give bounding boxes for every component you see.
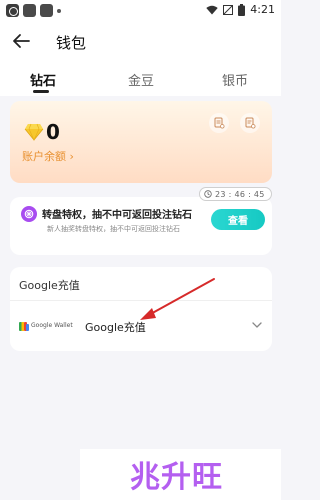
chevron-down-icon	[252, 322, 262, 328]
promo-title: 转盘特权，抽不中可返回投注钻石	[42, 210, 192, 221]
signal-off-icon	[223, 4, 234, 15]
document-icon	[245, 117, 256, 129]
list-record-icon	[214, 117, 225, 129]
balance-amount: 0	[46, 120, 60, 144]
google-wallet-label: Google Wallet	[31, 322, 73, 329]
bill-details-button[interactable]	[240, 113, 260, 133]
clock-icon	[204, 190, 212, 198]
clock: 4:21	[250, 3, 275, 16]
app-notification-icon	[6, 4, 19, 17]
more-notifications-icon	[57, 9, 61, 13]
tab-silver-coin[interactable]: 银币	[222, 70, 248, 89]
view-button[interactable]: 查看	[211, 209, 265, 230]
diamond-icon	[24, 123, 44, 141]
google-wallet-logo-icon	[19, 322, 29, 331]
promo-subtitle: 新人抽奖转盘特权，抽不中可返回投注钻石	[47, 225, 180, 233]
tab-diamond[interactable]: 钻石	[30, 70, 56, 89]
tab-gold-bean[interactable]: 金豆	[128, 70, 154, 89]
battery-icon	[238, 3, 246, 16]
countdown-timer: 23 : 46 : 45	[199, 187, 272, 201]
currency-tabs: 钻石 金豆 银币	[0, 70, 281, 96]
watermark-logo: 兆升旺	[130, 460, 223, 495]
balance-card: 0 账户余额 ›	[10, 101, 272, 183]
notification-icons	[6, 4, 61, 17]
transaction-history-button[interactable]	[209, 113, 229, 133]
back-arrow-icon[interactable]	[12, 33, 30, 49]
active-tab-indicator	[33, 90, 49, 93]
status-bar: 4:21	[0, 0, 281, 22]
app-notification-icon	[23, 4, 36, 17]
wifi-icon	[206, 5, 218, 14]
countdown-text: 23 : 46 : 45	[215, 189, 265, 199]
system-icons: 4:21	[206, 3, 275, 16]
balance-label-link[interactable]: 账户余额 ›	[22, 148, 74, 164]
app-notification-icon	[40, 4, 53, 17]
wheel-icon	[21, 206, 37, 222]
payment-section-title: Google充值	[19, 279, 80, 292]
annotation-arrow-icon	[140, 278, 215, 320]
page-title: 钱包	[56, 34, 87, 52]
